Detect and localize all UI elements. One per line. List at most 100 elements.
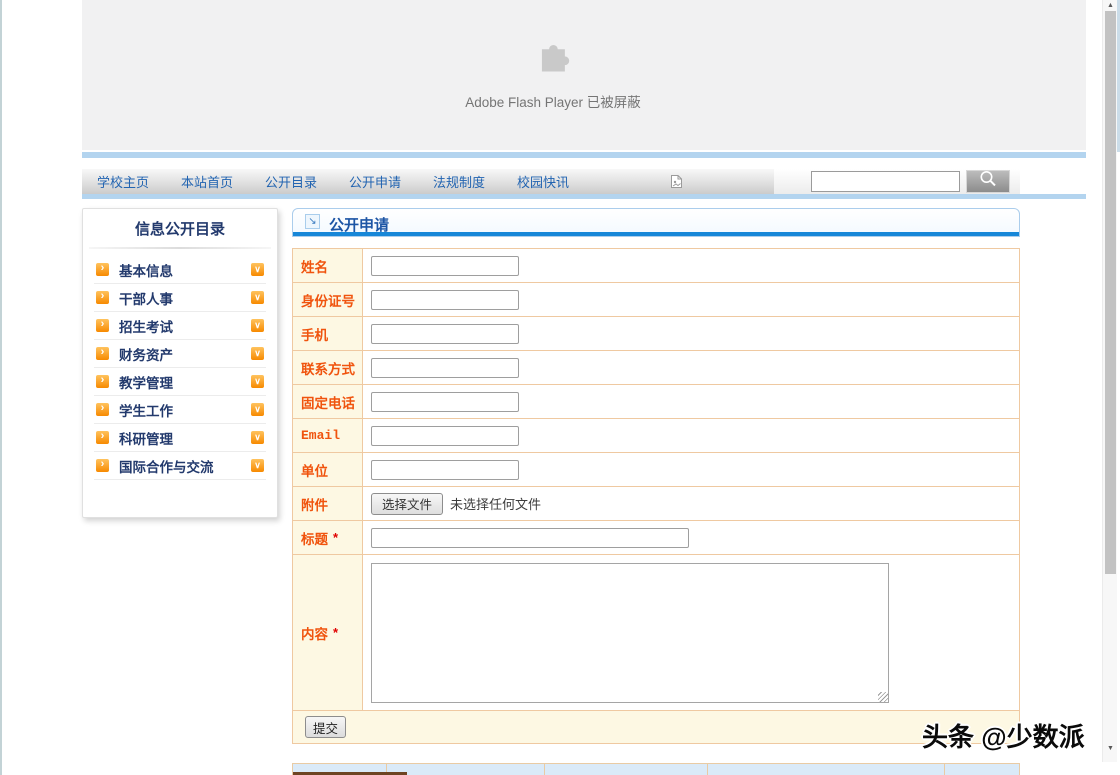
field-label-organization: 单位 — [293, 453, 363, 486]
sidebar-list: ›基本信息∨›干部人事∨›招生考试∨›财务资产∨›教学管理∨›学生工作∨›科研管… — [83, 249, 277, 480]
nav-link-法规制度[interactable]: 法规制度 — [432, 172, 486, 191]
sidebar-item-label: 财务资产 — [119, 344, 251, 364]
arrow-right-icon: › — [96, 459, 109, 472]
content-textarea[interactable] — [371, 563, 889, 703]
arrow-right-icon: › — [96, 319, 109, 332]
search-input[interactable] — [811, 171, 960, 192]
scrollbar-thumb[interactable] — [1105, 11, 1116, 574]
sidebar-item-招生考试[interactable]: ›招生考试∨ — [94, 312, 266, 340]
nav-link-本站首页[interactable]: 本站首页 — [180, 172, 234, 191]
sidebar-item-国际合作与交流[interactable]: › 国际合作与交流∨ — [94, 452, 266, 480]
form-row-attachment: 附件选择文件未选择任何文件 — [293, 487, 1019, 521]
organization-input[interactable] — [371, 460, 519, 480]
field-label-email: Email — [293, 419, 363, 452]
form-row-title: 标题* — [293, 521, 1019, 555]
bottom-table — [292, 763, 1020, 775]
field-label-attachment: 附件 — [293, 487, 363, 520]
chevron-down-icon: ∨ — [251, 375, 264, 388]
title-input[interactable] — [371, 528, 689, 548]
sidebar-item-科研管理[interactable]: ›科研管理∨ — [94, 424, 266, 452]
nav-link-学校主页[interactable]: 学校主页 — [96, 172, 150, 191]
sidebar-item-label: 科研管理 — [119, 428, 251, 448]
field-label-contact-method: 联系方式 — [293, 351, 363, 384]
top-blue-divider — [82, 152, 1086, 158]
sidebar-item-label: 教学管理 — [119, 372, 251, 392]
bottom-table-cell — [708, 763, 945, 775]
form-row-landline: 固定电话 — [293, 385, 1019, 419]
landline-input[interactable] — [371, 392, 519, 412]
contact-method-input[interactable] — [371, 358, 519, 378]
nav-bottom-divider — [82, 194, 1086, 199]
flash-blocked-placeholder: Adobe Flash Player 已被屏蔽 — [82, 0, 1024, 150]
field-value-name — [363, 249, 1019, 282]
field-label-content: 内容* — [293, 555, 363, 710]
field-label-id-number: 身份证号 — [293, 283, 363, 316]
section-header: ↘ 公开申请 — [292, 208, 1020, 237]
section-marker-icon: ↘ — [305, 214, 320, 229]
field-value-organization — [363, 453, 1019, 486]
window-left-edge — [0, 0, 2, 775]
scroll-down-icon[interactable]: ▼ — [1103, 745, 1118, 752]
form-row-contact-method: 联系方式 — [293, 351, 1019, 385]
field-label-name: 姓名 — [293, 249, 363, 282]
field-value-mobile — [363, 317, 1019, 350]
header-accent-line — [293, 232, 1019, 236]
submit-row: 提交 — [293, 711, 1019, 743]
sidebar-item-label: 学生工作 — [119, 400, 251, 420]
nav-link-公开申请[interactable]: 公开申请 — [348, 172, 402, 191]
arrow-right-icon: › — [96, 347, 109, 360]
arrow-right-icon: › — [96, 403, 109, 416]
field-value-attachment: 选择文件未选择任何文件 — [363, 487, 1019, 520]
field-value-contact-method — [363, 351, 1019, 384]
search-button[interactable] — [966, 170, 1010, 193]
watermark: 头条 @少数派 — [922, 717, 1085, 754]
form-row-name: 姓名 — [293, 249, 1019, 283]
required-marker: * — [333, 530, 338, 545]
sidebar-item-基本信息[interactable]: › 基本信息∨ — [94, 256, 266, 284]
file-status-text: 未选择任何文件 — [450, 494, 541, 513]
arrow-right-icon: › — [96, 291, 109, 304]
field-label-mobile: 手机 — [293, 317, 363, 350]
arrow-right-icon: › — [96, 263, 109, 276]
nav-link-校园快讯[interactable]: 校园快讯 — [516, 172, 570, 191]
nav-link-公开目录[interactable]: 公开目录 — [264, 172, 318, 191]
sidebar-item-label: 国际合作与交流 — [119, 456, 251, 476]
puzzle-piece-icon — [534, 39, 572, 77]
field-value-content — [363, 555, 1019, 710]
email-input[interactable] — [371, 426, 519, 446]
bottom-table-cell — [545, 763, 708, 775]
sidebar-title: 信息公开目录 — [83, 209, 277, 239]
submit-button[interactable]: 提交 — [305, 716, 346, 738]
chevron-down-icon: ∨ — [251, 403, 264, 416]
field-label-title: 标题* — [293, 521, 363, 554]
chevron-down-icon: ∨ — [251, 459, 264, 472]
sidebar-item-干部人事[interactable]: ›干部人事∨ — [94, 284, 266, 312]
sidebar-item-学生工作[interactable]: › 学生工作∨ — [94, 396, 266, 424]
flash-blocked-text: Adobe Flash Player 已被屏蔽 — [465, 91, 641, 111]
field-label-landline: 固定电话 — [293, 385, 363, 418]
mobile-input[interactable] — [371, 324, 519, 344]
flash-blocked-banner[interactable]: Adobe Flash Player 已被屏蔽 — [82, 0, 1086, 150]
sidebar-item-财务资产[interactable]: ›财务资产∨ — [94, 340, 266, 368]
form-row-email: Email — [293, 419, 1019, 453]
bottom-table-cell — [387, 763, 545, 775]
chevron-down-icon: ∨ — [251, 263, 264, 276]
sidebar-item-教学管理[interactable]: ›教学管理∨ — [94, 368, 266, 396]
application-form: 姓名身份证号手机联系方式固定电话Email单位附件选择文件未选择任何文件标题*内… — [292, 248, 1020, 744]
id-number-input[interactable] — [371, 290, 519, 310]
field-value-title — [363, 521, 1019, 554]
form-row-mobile: 手机 — [293, 317, 1019, 351]
name-input[interactable] — [371, 256, 519, 276]
scroll-up-icon[interactable]: ▲ — [1103, 2, 1118, 9]
form-row-content: 内容* — [293, 555, 1019, 711]
page: Adobe Flash Player 已被屏蔽 学校主页 本站首页 公开目录 公开申请… — [0, 0, 1120, 775]
form-row-organization: 单位 — [293, 453, 1019, 487]
vertical-scrollbar[interactable]: ▲ ▼ — [1102, 0, 1117, 762]
chevron-down-icon: ∨ — [251, 431, 264, 444]
chevron-down-icon: ∨ — [251, 291, 264, 304]
chevron-down-icon: ∨ — [251, 319, 264, 332]
field-value-id-number — [363, 283, 1019, 316]
choose-file-button[interactable]: 选择文件 — [371, 493, 443, 515]
search-icon — [978, 169, 998, 194]
sidebar-item-label: 基本信息 — [119, 260, 251, 280]
